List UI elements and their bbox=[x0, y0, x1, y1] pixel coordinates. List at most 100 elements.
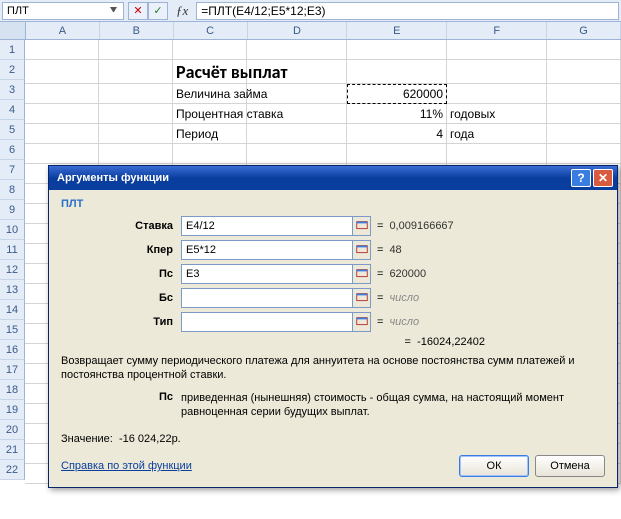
row-header[interactable]: 21 bbox=[0, 440, 25, 460]
arg-input-type[interactable] bbox=[182, 313, 352, 331]
arg-result: число bbox=[389, 316, 419, 328]
cancel-button[interactable]: Отмена bbox=[535, 455, 605, 477]
cancel-formula-button[interactable]: ✕ bbox=[128, 2, 148, 20]
row-header[interactable]: 9 bbox=[0, 200, 25, 220]
cell[interactable] bbox=[447, 144, 547, 163]
col-header[interactable]: F bbox=[447, 22, 547, 39]
cell[interactable] bbox=[447, 60, 547, 83]
collapse-dialog-icon[interactable] bbox=[352, 289, 370, 307]
row-header[interactable]: 6 bbox=[0, 140, 25, 160]
cell[interactable]: 620000 bbox=[347, 84, 447, 103]
cell-title[interactable]: Расчёт выплат bbox=[173, 60, 247, 83]
formula-input[interactable]: =ПЛТ(E4/12;E5*12;E3) bbox=[196, 2, 619, 20]
cell[interactable] bbox=[547, 84, 621, 103]
cell[interactable] bbox=[25, 60, 99, 83]
row-header[interactable]: 16 bbox=[0, 340, 25, 360]
cell[interactable] bbox=[247, 40, 347, 59]
cell[interactable] bbox=[25, 84, 99, 103]
cell[interactable] bbox=[247, 84, 347, 103]
cell[interactable] bbox=[347, 144, 447, 163]
row-header[interactable]: 19 bbox=[0, 400, 25, 420]
cell[interactable] bbox=[25, 144, 99, 163]
row-header[interactable]: 13 bbox=[0, 280, 25, 300]
ok-button[interactable]: ОК bbox=[459, 455, 529, 477]
cell[interactable] bbox=[247, 60, 347, 83]
cell[interactable] bbox=[547, 144, 621, 163]
dialog-titlebar[interactable]: Аргументы функции ? ✕ bbox=[49, 166, 617, 190]
name-box-dropdown-icon bbox=[110, 7, 117, 14]
cell[interactable]: годовых bbox=[447, 104, 547, 123]
cell[interactable] bbox=[247, 124, 347, 143]
formula-result-line: = -16024,22402 bbox=[61, 336, 605, 348]
row-header[interactable]: 17 bbox=[0, 360, 25, 380]
collapse-dialog-icon[interactable] bbox=[352, 265, 370, 283]
cell[interactable] bbox=[347, 40, 447, 59]
row-header[interactable]: 14 bbox=[0, 300, 25, 320]
dialog-close-button[interactable]: ✕ bbox=[593, 169, 613, 187]
cell[interactable] bbox=[547, 60, 621, 83]
cell[interactable] bbox=[25, 104, 99, 123]
row-header[interactable]: 1 bbox=[0, 40, 25, 60]
cell[interactable] bbox=[25, 40, 99, 59]
row-header[interactable]: 20 bbox=[0, 420, 25, 440]
cell[interactable] bbox=[547, 104, 621, 123]
cell[interactable]: года bbox=[447, 124, 547, 143]
collapse-dialog-icon[interactable] bbox=[352, 241, 370, 259]
cell[interactable] bbox=[447, 40, 547, 59]
cell[interactable] bbox=[99, 40, 173, 59]
cell[interactable] bbox=[99, 60, 173, 83]
row-header[interactable]: 12 bbox=[0, 260, 25, 280]
help-link[interactable]: Справка по этой функции bbox=[61, 460, 192, 472]
cell[interactable] bbox=[247, 144, 347, 163]
enter-formula-button[interactable]: ✓ bbox=[148, 2, 168, 20]
col-header[interactable]: D bbox=[248, 22, 348, 39]
col-header[interactable]: A bbox=[26, 22, 100, 39]
cell[interactable] bbox=[25, 124, 99, 143]
row-header[interactable]: 15 bbox=[0, 320, 25, 340]
cell[interactable] bbox=[173, 40, 247, 59]
fx-icon[interactable]: ƒx bbox=[172, 3, 192, 19]
cell[interactable]: 4 bbox=[347, 124, 447, 143]
row-header[interactable]: 2 bbox=[0, 60, 25, 80]
col-header[interactable]: G bbox=[547, 22, 621, 39]
select-all-corner[interactable] bbox=[0, 22, 26, 39]
arg-input-pv[interactable] bbox=[182, 265, 352, 283]
cell[interactable] bbox=[447, 84, 547, 103]
cell[interactable] bbox=[173, 144, 247, 163]
dialog-help-button[interactable]: ? bbox=[571, 169, 591, 187]
arg-label: Пс bbox=[61, 268, 181, 280]
arg-row: Бс = число bbox=[61, 288, 605, 308]
row-header[interactable]: 5 bbox=[0, 120, 25, 140]
cell[interactable] bbox=[547, 124, 621, 143]
cell[interactable] bbox=[99, 104, 173, 123]
collapse-dialog-icon[interactable] bbox=[352, 217, 370, 235]
cell[interactable]: Величина займа bbox=[173, 84, 247, 103]
row-header[interactable]: 22 bbox=[0, 460, 25, 480]
collapse-dialog-icon[interactable] bbox=[352, 313, 370, 331]
row-header[interactable]: 18 bbox=[0, 380, 25, 400]
col-header[interactable]: B bbox=[100, 22, 174, 39]
value-line: Значение: -16 024,22р. bbox=[61, 433, 605, 445]
cell[interactable] bbox=[247, 104, 347, 123]
arg-label: Кпер bbox=[61, 244, 181, 256]
row-header[interactable]: 4 bbox=[0, 100, 25, 120]
row-header[interactable]: 11 bbox=[0, 240, 25, 260]
row-header[interactable]: 10 bbox=[0, 220, 25, 240]
cell[interactable] bbox=[99, 144, 173, 163]
cell[interactable]: Период bbox=[173, 124, 247, 143]
cell[interactable] bbox=[347, 60, 447, 83]
arg-input-fv[interactable] bbox=[182, 289, 352, 307]
row-header[interactable]: 7 bbox=[0, 160, 25, 180]
cell[interactable]: 11% bbox=[347, 104, 447, 123]
col-header[interactable]: C bbox=[174, 22, 248, 39]
cell[interactable] bbox=[547, 40, 621, 59]
col-header[interactable]: E bbox=[347, 22, 447, 39]
cell[interactable] bbox=[99, 124, 173, 143]
cell[interactable]: Процентная ставка bbox=[173, 104, 247, 123]
cell[interactable] bbox=[99, 84, 173, 103]
arg-input-rate[interactable] bbox=[182, 217, 352, 235]
name-box[interactable]: ПЛТ bbox=[2, 2, 124, 20]
row-header[interactable]: 3 bbox=[0, 80, 25, 100]
row-header[interactable]: 8 bbox=[0, 180, 25, 200]
arg-input-nper[interactable] bbox=[182, 241, 352, 259]
